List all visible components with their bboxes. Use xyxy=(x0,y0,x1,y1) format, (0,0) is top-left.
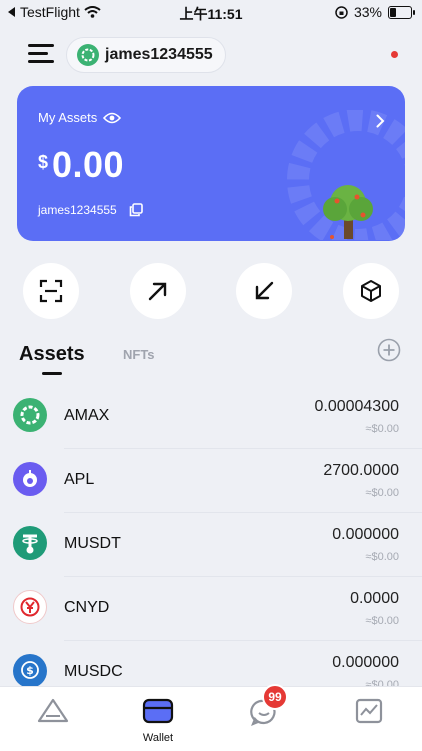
arrow-down-left-icon xyxy=(255,281,274,300)
token-row-amax[interactable]: AMAX 0.00004300 ≈$0.00 xyxy=(0,385,422,449)
scan-button[interactable] xyxy=(23,263,79,319)
svg-text:$: $ xyxy=(26,664,34,677)
musdc-token-icon: $ xyxy=(13,654,47,688)
assets-label-row: My Assets xyxy=(38,110,122,125)
card-account-name: james1234555 xyxy=(38,203,117,217)
scan-icon xyxy=(39,279,63,303)
battery-percent: 33% xyxy=(353,4,382,20)
notification-dot[interactable] xyxy=(391,51,398,58)
chat-badge: 99 xyxy=(262,684,288,710)
tab-assets[interactable]: Assets xyxy=(19,343,85,366)
total-balance: 0.00 xyxy=(52,144,125,185)
token-symbol: APL xyxy=(64,471,95,488)
cnyd-token-icon xyxy=(13,590,47,624)
balance-row: $ 0.00 xyxy=(38,144,124,186)
amax-logo-icon xyxy=(77,44,99,66)
currency-symbol: $ xyxy=(38,152,49,172)
token-balance: 0.0000 xyxy=(350,590,399,607)
home-triangle-icon xyxy=(37,698,69,723)
token-row-musdc[interactable]: $ MUSDC 0.000000 ≈$0.00 xyxy=(0,641,422,688)
apl-token-icon xyxy=(13,462,47,496)
nav-market[interactable] xyxy=(339,697,399,730)
arrow-up-right-icon xyxy=(148,282,167,301)
token-row-musdt[interactable]: MUSDT 0.000000 ≈$0.00 xyxy=(0,513,422,577)
eye-icon[interactable] xyxy=(103,112,122,124)
add-token-icon[interactable] xyxy=(377,338,401,362)
amax-token-icon xyxy=(13,398,47,432)
token-fiat-value: ≈$0.00 xyxy=(365,487,399,499)
token-row-cnyd[interactable]: CNYD 0.0000 ≈$0.00 xyxy=(0,577,422,641)
token-row-apl[interactable]: APL 2700.0000 ≈$0.00 xyxy=(0,449,422,513)
status-bar: TestFlight 上午11:51 33% xyxy=(0,0,422,26)
assets-card[interactable]: My Assets $ 0.00 james1234555 xyxy=(17,86,405,241)
tab-nfts[interactable]: NFTs xyxy=(123,347,155,362)
token-balance: 0.00004300 xyxy=(314,398,399,415)
token-fiat-value: ≈$0.00 xyxy=(365,423,399,435)
token-balance: 2700.0000 xyxy=(323,462,399,479)
chevron-right-icon[interactable] xyxy=(376,114,385,128)
menu-icon[interactable] xyxy=(28,44,54,64)
receive-button[interactable] xyxy=(236,263,292,319)
token-symbol: MUSDC xyxy=(64,663,123,680)
tab-active-indicator xyxy=(42,372,62,375)
market-chart-icon xyxy=(355,698,383,724)
status-right: 33% xyxy=(335,4,415,20)
bottom-nav: Wallet 99 xyxy=(0,684,422,751)
token-symbol: CNYD xyxy=(64,599,110,616)
nav-wallet[interactable]: Wallet xyxy=(128,697,188,744)
tree-illustration xyxy=(323,185,373,239)
wallet-icon xyxy=(142,698,174,724)
token-fiat-value: ≈$0.00 xyxy=(365,551,399,563)
resources-button[interactable] xyxy=(343,263,399,319)
nav-wallet-label: Wallet xyxy=(142,732,174,744)
token-fiat-value: ≈$0.00 xyxy=(365,615,399,627)
account-row: james1234555 xyxy=(38,203,143,217)
token-symbol: MUSDT xyxy=(64,535,121,552)
orientation-lock-icon xyxy=(335,5,348,19)
account-switcher[interactable]: james1234555 xyxy=(66,37,226,73)
token-list: AMAX 0.00004300 ≈$0.00 APL 2700.0000 ≈$0… xyxy=(0,385,422,688)
token-balance: 0.000000 xyxy=(332,526,399,543)
send-button[interactable] xyxy=(130,263,186,319)
battery-icon xyxy=(388,5,415,19)
copy-icon[interactable] xyxy=(129,203,143,217)
account-name: james1234555 xyxy=(105,46,213,63)
token-symbol: AMAX xyxy=(64,407,110,424)
nav-home[interactable] xyxy=(23,697,83,730)
token-balance: 0.000000 xyxy=(332,654,399,671)
musdt-token-icon xyxy=(13,526,47,560)
my-assets-label: My Assets xyxy=(38,110,98,125)
cube-icon xyxy=(361,280,381,302)
